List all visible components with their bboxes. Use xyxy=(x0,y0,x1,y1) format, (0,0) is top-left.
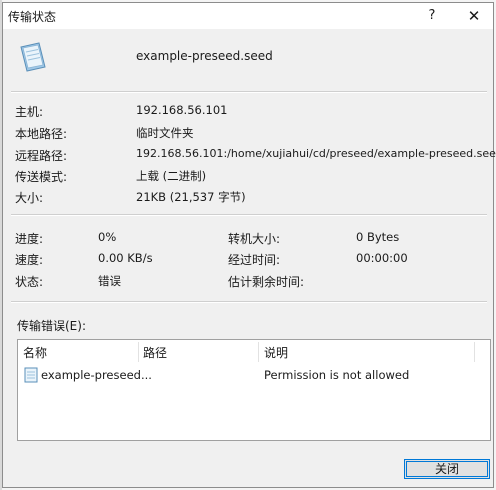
error-description: Permission is not allowed xyxy=(264,368,410,382)
elapsed-time-value: 00:00:00 xyxy=(356,251,408,265)
file-name: example-preseed.seed xyxy=(136,49,273,63)
transfer-status-dialog: 传输状态 ? ✕ example-preseed.seed 主机: 192.16… xyxy=(2,2,496,488)
transferred-size-value: 0 Bytes xyxy=(356,230,400,244)
speed-value: 0.00 KB/s xyxy=(98,251,153,265)
error-file-name: example-preseed... xyxy=(41,368,152,382)
status-value: 错误 xyxy=(98,274,121,288)
host-label: 主机: xyxy=(15,105,44,119)
divider xyxy=(11,214,487,216)
remote-path-label: 远程路径: xyxy=(15,149,68,163)
file-icon xyxy=(24,367,38,383)
divider xyxy=(11,301,487,303)
transfer-mode-label: 传送模式: xyxy=(15,170,68,184)
transfer-errors-label: 传输错误(E): xyxy=(17,319,86,333)
column-header-description[interactable]: 说明 xyxy=(264,344,288,361)
progress-value: 0% xyxy=(98,230,117,244)
transferred-size-label: 转机大小: xyxy=(228,232,281,246)
local-path-label: 本地路径: xyxy=(15,127,68,141)
close-window-button[interactable]: ✕ xyxy=(463,5,485,27)
status-label: 状态: xyxy=(15,275,44,289)
elapsed-time-label: 经过时间: xyxy=(228,253,281,267)
remaining-time-label: 估计剩余时间: xyxy=(228,275,305,289)
help-button[interactable]: ? xyxy=(421,5,443,27)
progress-label: 进度: xyxy=(15,232,44,246)
speed-label: 速度: xyxy=(15,253,44,267)
errors-list[interactable]: 名称 路径 说明 example-preseed... Permission i… xyxy=(17,339,491,441)
remote-path-value: 192.168.56.101:/home/xujiahui/cd/preseed… xyxy=(136,147,496,160)
column-header-path[interactable]: 路径 xyxy=(143,344,167,361)
list-header: 名称 路径 说明 xyxy=(18,340,490,362)
divider xyxy=(11,91,487,93)
close-button[interactable]: 关闭 xyxy=(404,459,490,479)
column-divider[interactable] xyxy=(258,342,259,362)
column-divider[interactable] xyxy=(474,342,475,362)
column-header-name[interactable]: 名称 xyxy=(23,344,47,361)
dialog-title: 传输状态 xyxy=(8,10,57,24)
column-divider[interactable] xyxy=(138,342,139,362)
size-label: 大小: xyxy=(15,191,44,205)
local-path-value: 临时文件夹 xyxy=(136,126,194,140)
host-value: 192.168.56.101 xyxy=(136,103,228,117)
seed-file-icon xyxy=(17,41,49,73)
transfer-mode-value: 上载 (二进制) xyxy=(136,169,207,183)
size-value: 21KB (21,537 字节) xyxy=(136,190,246,204)
title-bar: 传输状态 ? ✕ xyxy=(3,3,493,29)
